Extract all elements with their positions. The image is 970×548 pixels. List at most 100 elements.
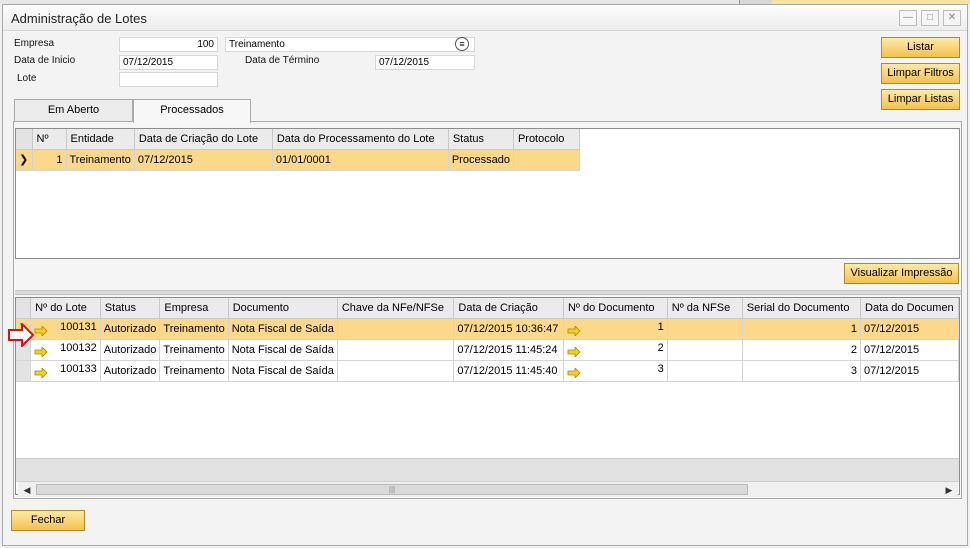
- col-header[interactable]: Entidade: [66, 129, 135, 150]
- visualizar-impressao-button[interactable]: Visualizar Impressão: [844, 263, 959, 284]
- col-header[interactable]: Data de Criação: [453, 298, 564, 319]
- data-termino-field[interactable]: 07/12/2015: [375, 55, 475, 70]
- col-header[interactable]: Serial do Documento: [742, 298, 862, 319]
- cell-status: Processado: [448, 149, 514, 171]
- col-header[interactable]: Empresa: [159, 298, 229, 319]
- link-arrow-icon[interactable]: [34, 347, 48, 357]
- list-picker-icon[interactable]: ≡: [455, 37, 469, 51]
- table-row[interactable]: ❯ 100131 Autorizado Treinamento Nota Fis…: [16, 318, 959, 340]
- link-arrow-icon[interactable]: [567, 326, 581, 336]
- empresa-name-field[interactable]: Treinamento: [225, 37, 475, 52]
- cell-lote: 100132: [60, 342, 97, 354]
- col-header[interactable]: Nº do Lote: [30, 298, 101, 319]
- cell-status: Autorizado: [100, 318, 161, 340]
- close-icon[interactable]: ✕: [943, 10, 961, 26]
- data-termino-label: Data de Término: [245, 55, 320, 66]
- cell-data-criacao: 07/12/2015 11:45:24: [453, 339, 564, 361]
- cell-serial: 2: [742, 339, 862, 361]
- scroll-right-icon[interactable]: ▶: [942, 484, 956, 496]
- link-arrow-icon[interactable]: [34, 368, 48, 378]
- cell-serial: 1: [742, 318, 862, 340]
- cell-lote: 100131: [60, 321, 97, 333]
- minimize-icon[interactable]: —: [899, 10, 917, 26]
- limpar-listas-button[interactable]: Limpar Listas: [881, 89, 960, 110]
- row-selector-header: [16, 298, 32, 319]
- table-row[interactable]: ❯ 1 Treinamento 07/12/2015 01/01/0001 Pr…: [16, 149, 580, 171]
- documentos-header-row: Nº do Lote Status Empresa Documento Chav…: [16, 298, 959, 319]
- lote-field[interactable]: [119, 72, 218, 87]
- col-header[interactable]: Nº da NFSe: [667, 298, 743, 319]
- cell-protocolo: [513, 149, 580, 171]
- cell-empresa: Treinamento: [159, 360, 229, 382]
- panel-splitter[interactable]: [15, 290, 961, 295]
- documentos-grid: Nº do Lote Status Empresa Documento Chav…: [15, 297, 960, 495]
- col-header[interactable]: Data do Documen: [860, 298, 959, 319]
- data-inicio-label: Data de Inicio: [14, 55, 76, 66]
- cell-lote: 100133: [60, 363, 97, 375]
- cell-num-nfse: [667, 339, 743, 361]
- limpar-filtros-button[interactable]: Limpar Filtros: [881, 63, 960, 84]
- cell-num-doc: 1: [657, 321, 664, 333]
- cell-num-nfse: [667, 360, 743, 382]
- cell-num-doc: 3: [657, 363, 664, 375]
- listar-button[interactable]: Listar: [881, 37, 960, 58]
- link-arrow-icon[interactable]: [567, 347, 581, 357]
- cell-data-doc: 07/12/2015: [860, 318, 959, 340]
- col-header[interactable]: Data do Processamento do Lote: [272, 129, 449, 150]
- annotation-arrow-icon: [8, 323, 35, 347]
- horizontal-scrollbar[interactable]: ◀ ||| ▶: [18, 481, 958, 497]
- col-header[interactable]: Documento: [228, 298, 338, 319]
- link-arrow-icon[interactable]: [567, 368, 581, 378]
- row-selector[interactable]: [16, 360, 32, 382]
- grid-footer: [16, 458, 959, 482]
- cell-status: Autorizado: [100, 360, 161, 382]
- row-selector-header: [16, 129, 33, 150]
- cell-data-doc: 07/12/2015: [860, 339, 959, 361]
- col-header[interactable]: Protocolo: [513, 129, 580, 150]
- empresa-code-field[interactable]: 100: [119, 37, 218, 52]
- fechar-button[interactable]: Fechar: [11, 510, 85, 531]
- col-header[interactable]: Chave da NFe/NFSe: [337, 298, 455, 319]
- cell-empresa: Treinamento: [159, 318, 229, 340]
- cell-chave: [337, 360, 455, 382]
- table-row[interactable]: 100132 Autorizado Treinamento Nota Fisca…: [16, 339, 959, 361]
- cell-entidade: Treinamento: [66, 149, 135, 171]
- cell-documento: Nota Fiscal de Saída: [228, 360, 338, 382]
- cell-data-criacao: 07/12/2015 10:36:47: [453, 318, 564, 340]
- data-inicio-field[interactable]: 07/12/2015: [119, 55, 218, 70]
- window-title: Administração de Lotes: [11, 11, 147, 26]
- cell-num-nfse: [667, 318, 743, 340]
- col-header[interactable]: Status: [448, 129, 514, 150]
- tab-em-aberto[interactable]: Em Aberto: [14, 99, 133, 122]
- empresa-label: Empresa: [14, 38, 55, 49]
- lotes-window: Administração de Lotes — □ ✕ Empresa 100…: [2, 4, 968, 546]
- cell-chave: [337, 318, 455, 340]
- tab-processados[interactable]: Processados: [133, 99, 251, 123]
- maximize-icon[interactable]: □: [921, 10, 939, 26]
- link-arrow-icon[interactable]: [34, 326, 48, 336]
- cell-data-criacao: 07/12/2015 11:45:40: [453, 360, 564, 382]
- cell-documento: Nota Fiscal de Saída: [228, 318, 338, 340]
- cell-data-processamento: 01/01/0001: [272, 149, 449, 171]
- empresa-name-value: Treinamento: [229, 39, 285, 50]
- titlebar: Administração de Lotes — □ ✕: [3, 5, 967, 31]
- col-header[interactable]: Nº do Documento: [563, 298, 668, 319]
- col-header[interactable]: Data de Criação do Lote: [134, 129, 273, 150]
- col-header[interactable]: Status: [100, 298, 161, 319]
- cell-data-doc: 07/12/2015: [860, 360, 959, 382]
- cell-serial: 3: [742, 360, 862, 382]
- row-selector-icon[interactable]: ❯: [16, 149, 33, 171]
- table-row[interactable]: 100133 Autorizado Treinamento Nota Fisca…: [16, 360, 959, 382]
- scroll-thumb[interactable]: |||: [36, 484, 748, 495]
- lote-label: Lote: [17, 73, 37, 84]
- cell-data-criacao: 07/12/2015: [134, 149, 273, 171]
- col-header[interactable]: Nº: [32, 129, 67, 150]
- scroll-left-icon[interactable]: ◀: [20, 484, 34, 496]
- cell-chave: [337, 339, 455, 361]
- cell-status: Autorizado: [100, 339, 161, 361]
- cell-numero: 1: [32, 149, 67, 171]
- lotes-grid: Nº Entidade Data de Criação do Lote Data…: [15, 128, 960, 259]
- cell-documento: Nota Fiscal de Saída: [228, 339, 338, 361]
- lotes-header-row: Nº Entidade Data de Criação do Lote Data…: [16, 129, 580, 150]
- cell-num-doc: 2: [657, 342, 664, 354]
